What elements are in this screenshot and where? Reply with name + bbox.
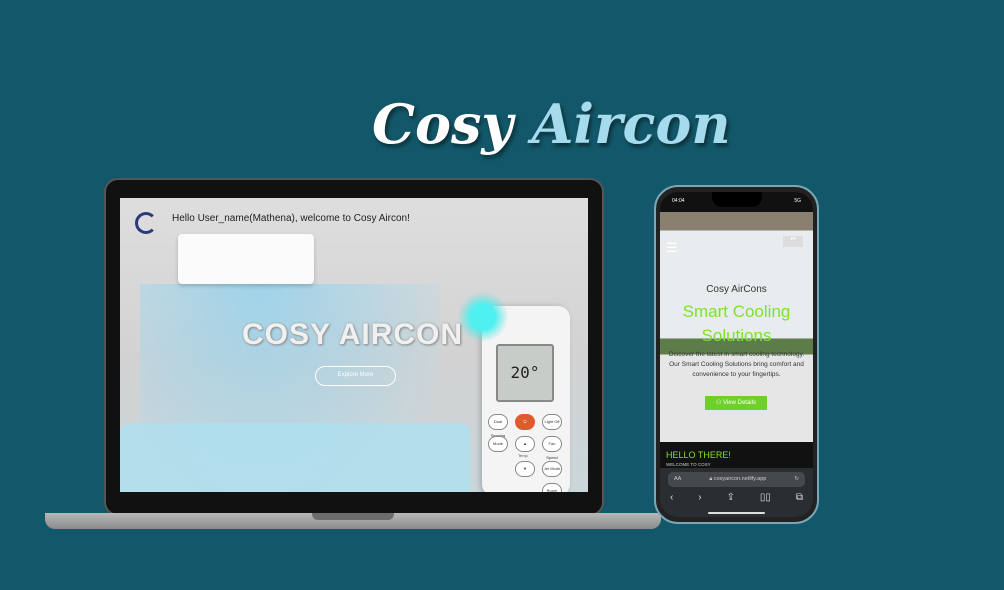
hello-heading: HELLO THERE!: [666, 450, 731, 460]
sofa-image: [120, 423, 470, 492]
page-title: Cosy Aircon: [372, 92, 731, 156]
explore-more-button[interactable]: Explore More: [315, 366, 396, 386]
back-icon[interactable]: ‹: [670, 492, 673, 503]
status-signal: 5G: [794, 198, 801, 204]
phone-brand: Cosy AirCons: [706, 284, 767, 295]
remote-display: 20°: [496, 344, 554, 402]
laptop-notch: [312, 513, 394, 520]
menu-icon[interactable]: ☰: [666, 240, 678, 256]
forward-icon[interactable]: ›: [698, 492, 701, 503]
chevron-up-icon: ▲: [515, 436, 535, 452]
phone-notch: [712, 192, 762, 207]
power-icon: ⏻: [515, 414, 535, 430]
status-time: 04:04: [672, 198, 685, 204]
chevron-down-icon: ▼: [515, 461, 535, 477]
phone-screen: 04:04 5G ☰ ●▾ Cosy AirCons Smart Cooling …: [660, 192, 813, 517]
tabs-icon[interactable]: ⧉: [796, 492, 803, 503]
hero-title: COSY AIRCON: [242, 318, 464, 351]
browser-bar: AA 🔒︎ cosyaircon.netlify.app ↻ ‹ › ⇪ ▯▯ ⧉: [660, 468, 813, 517]
laptop-screen: Hello User_name(Mathena), welcome to Cos…: [120, 198, 588, 492]
remote-button: Fan Speed: [542, 436, 562, 460]
aircon-unit-image: [178, 234, 314, 284]
logo-icon[interactable]: [135, 212, 157, 234]
text-size-button[interactable]: AA: [674, 472, 681, 487]
user-icon: ⚇: [716, 400, 724, 406]
welcome-text: WELCOME TO COSY: [666, 462, 711, 467]
view-details-button[interactable]: ⚇ View Details: [705, 396, 767, 410]
lock-icon: 🔒︎: [709, 476, 713, 482]
share-icon[interactable]: ⇪: [727, 492, 735, 503]
url-bar[interactable]: AA 🔒︎ cosyaircon.netlify.app ↻: [668, 472, 805, 487]
language-dropdown[interactable]: ●▾: [783, 236, 803, 247]
remote-button: Jet Mode: [542, 461, 562, 477]
greeting-text: Hello User_name(Mathena), welcome to Cos…: [172, 213, 410, 224]
phone-description: Discover the latest in smart cooling tec…: [668, 351, 805, 378]
remote-label: Temp: [518, 453, 528, 458]
title-word-aircon: Aircon: [531, 92, 731, 156]
remote-button: Room Temp: [542, 483, 562, 492]
bookmarks-icon[interactable]: ▯▯: [760, 492, 771, 503]
url-text: cosyaircon.netlify.app: [713, 476, 767, 482]
title-word-cosy: Cosy: [372, 92, 513, 156]
phone-headline: Smart Cooling Solutions: [682, 302, 791, 345]
phone-hero: ☰ ●▾ Cosy AirCons Smart Cooling Solution…: [660, 212, 813, 442]
home-indicator: [708, 512, 765, 514]
glow-effect: [458, 292, 508, 342]
remote-button: Mode: [488, 436, 508, 452]
view-details-label: View Details: [723, 400, 756, 406]
remote-button: Light Off: [542, 414, 562, 430]
remote-button: Dual Sensing: [488, 414, 508, 438]
reload-icon[interactable]: ↻: [794, 472, 799, 487]
